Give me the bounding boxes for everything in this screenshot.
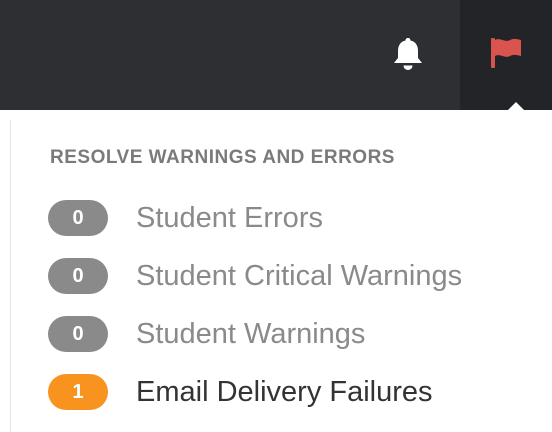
top-navigation-bar <box>0 0 552 110</box>
item-label: Student Critical Warnings <box>136 259 463 292</box>
dropdown-item-student-warnings[interactable]: 0 Student Warnings <box>48 314 365 354</box>
dropdown-item-student-errors[interactable]: 0 Student Errors <box>48 198 323 238</box>
warnings-flag-button[interactable] <box>460 0 552 110</box>
count-badge: 0 <box>48 258 108 294</box>
count-badge: 0 <box>48 316 108 352</box>
count-badge-alert: 1 <box>48 374 108 410</box>
notifications-button[interactable] <box>382 30 434 82</box>
flag-icon <box>488 36 524 75</box>
item-label: Student Warnings <box>136 317 366 350</box>
dropdown-item-email-delivery-failures[interactable]: 1 Email Delivery Failures <box>48 372 433 412</box>
count-badge: 0 <box>48 200 108 236</box>
dropdown-heading: RESOLVE WARNINGS AND ERRORS <box>50 147 395 168</box>
bell-icon <box>391 36 425 77</box>
item-label: Email Delivery Failures <box>136 375 433 408</box>
item-label: Student Errors <box>136 201 323 234</box>
dropdown-item-student-critical-warnings[interactable]: 0 Student Critical Warnings <box>48 256 462 296</box>
dropdown-caret <box>502 102 530 116</box>
